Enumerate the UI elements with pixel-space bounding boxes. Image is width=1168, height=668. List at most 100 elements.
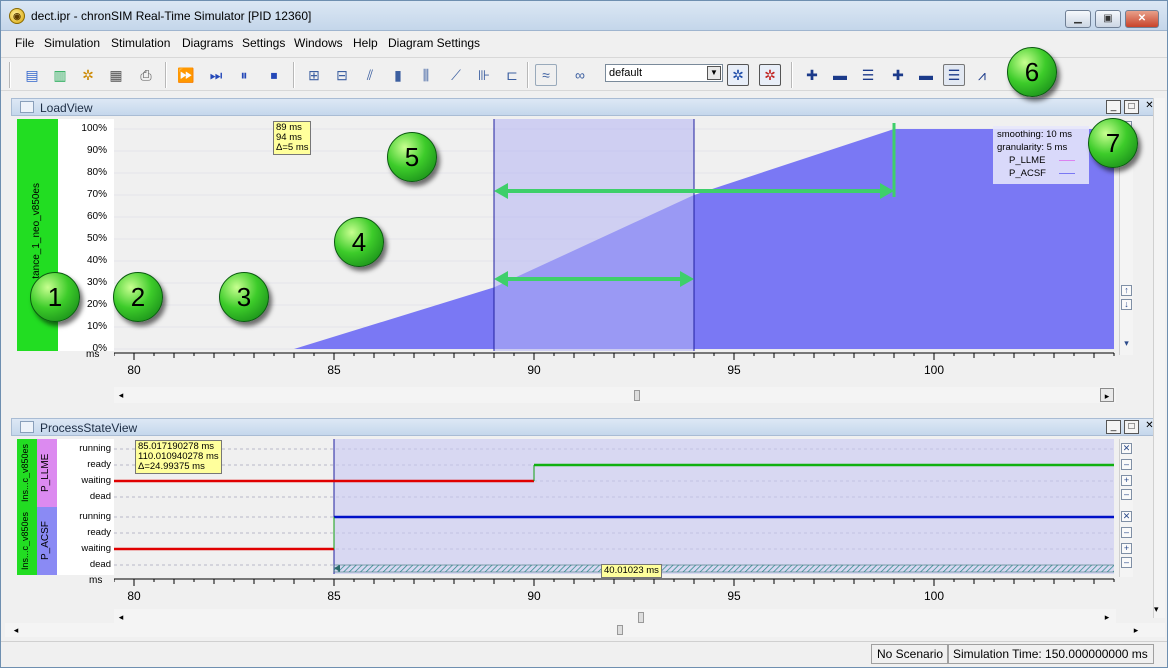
load-diagram-button[interactable]: ⟋ bbox=[445, 64, 467, 86]
status-bar: No Scenario Simulation Time: 150.0000000… bbox=[1, 641, 1167, 667]
scenario-select[interactable]: default ▼ bbox=[605, 64, 723, 82]
state-label-running: running bbox=[79, 443, 111, 454]
loadview-selection-tooltip: 89 ms 94 ms Δ=5 ms bbox=[273, 121, 312, 155]
measure-button[interactable]: ⊏ bbox=[501, 64, 523, 86]
scroll-right-icon[interactable]: ▸ bbox=[1100, 388, 1114, 402]
collapse-icon[interactable]: – bbox=[1121, 489, 1132, 500]
remove-diagram-button[interactable]: ▬ bbox=[829, 64, 851, 86]
signal-button[interactable]: ⩘ bbox=[971, 64, 993, 86]
process-name-acsf: P_ACSF bbox=[40, 521, 51, 561]
collapse-icon[interactable]: – bbox=[1121, 557, 1132, 568]
close-button[interactable]: ✕ bbox=[1125, 10, 1159, 28]
scenario-value: default bbox=[609, 67, 643, 79]
loadview-horizontal-scrollbar[interactable]: ◂ ▸ bbox=[114, 387, 1116, 403]
process-name-llme: P_LLME bbox=[40, 453, 51, 493]
main-vertical-scrollbar[interactable]: ▾ bbox=[1153, 98, 1165, 618]
x-tick-label: 90 bbox=[527, 589, 541, 603]
stop-button[interactable]: ⏹ bbox=[263, 64, 285, 86]
toolbar-separator bbox=[791, 62, 793, 88]
align-button[interactable]: ☰ bbox=[857, 64, 879, 86]
scenario-status: No Scenario bbox=[871, 644, 950, 664]
main-horizontal-scrollbar[interactable]: ◂ ▸ bbox=[5, 623, 1165, 637]
scroll-left-icon[interactable]: ◂ bbox=[114, 610, 128, 624]
measure-icon: ⊏ bbox=[506, 66, 518, 83]
loadview-legend: smoothing: 10 ms granularity: 5 ms P_LLM… bbox=[993, 126, 1089, 184]
tile-button[interactable]: ☰ bbox=[943, 64, 965, 86]
processview-vertical-scrollbar[interactable]: ✕ – + – ✕ – + – bbox=[1119, 439, 1133, 577]
scroll-thumb[interactable] bbox=[617, 625, 623, 635]
state-label-waiting: waiting bbox=[81, 543, 111, 554]
x-tick-label: 90 bbox=[527, 363, 541, 377]
step-button[interactable]: ⏭ bbox=[205, 64, 227, 86]
export-button[interactable]: ▦ bbox=[105, 64, 127, 86]
task-diagram-button[interactable]: ⊟ bbox=[331, 64, 353, 86]
menu-help[interactable]: Help bbox=[353, 36, 378, 50]
callout-badge-3: 3 bbox=[219, 272, 269, 322]
state-label-dead: dead bbox=[89, 491, 111, 502]
menu-stimulation[interactable]: Stimulation bbox=[111, 36, 170, 50]
minimize-icon: ▁ bbox=[1074, 13, 1082, 24]
expand-icon[interactable]: + bbox=[1121, 543, 1132, 554]
add-diagram-button[interactable]: ✚ bbox=[801, 64, 823, 86]
compare-button[interactable]: ∞ bbox=[569, 64, 591, 86]
zoom-out-button[interactable]: ▬ bbox=[915, 64, 937, 86]
event-diagram-button[interactable]: ⫽ bbox=[359, 64, 381, 86]
scroll-down-icon[interactable]: ▾ bbox=[1121, 339, 1132, 350]
apply-scenario-button[interactable]: ✲ bbox=[727, 64, 749, 86]
save-project-button[interactable]: ▥ bbox=[49, 64, 71, 86]
measure-bar bbox=[333, 564, 1114, 573]
waveform-button[interactable]: ≈ bbox=[535, 64, 557, 86]
remove-scenario-button[interactable]: ✲ bbox=[759, 64, 781, 86]
x-tick-label: 95 bbox=[727, 589, 741, 603]
app-icon: ◉ bbox=[9, 8, 25, 24]
callout-badge-2: 2 bbox=[113, 272, 163, 322]
print-button[interactable]: ⎙ bbox=[135, 64, 157, 86]
processview-minimize-button[interactable]: _ bbox=[1106, 420, 1121, 434]
x-tick-label: 85 bbox=[327, 363, 341, 377]
step-icon: ⏭ bbox=[209, 66, 223, 83]
loadview-chart bbox=[114, 119, 1114, 351]
remove-process-icon[interactable]: ✕ bbox=[1121, 511, 1132, 522]
remove-process-icon[interactable]: ✕ bbox=[1121, 443, 1132, 454]
zoom-in-button[interactable]: ✚ bbox=[887, 64, 909, 86]
loadview-minimize-button[interactable]: _ bbox=[1106, 100, 1121, 114]
settings-button[interactable]: ✲ bbox=[77, 64, 99, 86]
scroll-down-icon[interactable]: ▾ bbox=[1154, 604, 1159, 615]
menu-simulation[interactable]: Simulation bbox=[44, 36, 100, 50]
move-up-icon[interactable]: ↑ bbox=[1121, 285, 1132, 296]
tooltip-delta: Δ=5 ms bbox=[276, 142, 309, 153]
scroll-right-icon[interactable]: ▸ bbox=[1129, 623, 1143, 637]
scroll-thumb[interactable] bbox=[634, 390, 640, 401]
move-down-icon[interactable]: ↓ bbox=[1121, 299, 1132, 310]
processview-instance-bar: Ins...c_v850es Ins...c_v850es bbox=[17, 439, 37, 575]
chevron-down-icon[interactable]: ▼ bbox=[707, 66, 721, 80]
menu-windows[interactable]: Windows bbox=[294, 36, 343, 50]
open-project-button[interactable]: ▤ bbox=[21, 64, 43, 86]
minimize-button[interactable]: ▁ bbox=[1065, 10, 1091, 28]
loadview-maximize-button[interactable]: □ bbox=[1124, 100, 1139, 114]
run-button[interactable]: ⏩ bbox=[175, 64, 197, 86]
scroll-thumb[interactable] bbox=[638, 612, 644, 623]
process-lane-acsf: P_ACSF bbox=[37, 507, 57, 575]
processview-maximize-button[interactable]: □ bbox=[1124, 420, 1139, 434]
menu-diagram-settings[interactable]: Diagram Settings bbox=[388, 36, 480, 50]
scroll-left-icon[interactable]: ◂ bbox=[9, 623, 23, 637]
scroll-left-icon[interactable]: ◂ bbox=[114, 388, 128, 402]
line-chart-icon: ⟋ bbox=[451, 66, 461, 83]
main-window: ◉ dect.ipr - chronSIM Real-Time Simulato… bbox=[0, 0, 1168, 668]
histogram-button[interactable]: ▮ bbox=[387, 64, 409, 86]
statistics-button[interactable]: ⫼ bbox=[415, 64, 437, 86]
timing-diagram-button[interactable]: ⊪ bbox=[473, 64, 495, 86]
menu-file[interactable]: File bbox=[15, 36, 34, 50]
collapse-icon[interactable]: – bbox=[1121, 459, 1132, 470]
pause-button[interactable]: ⏸ bbox=[233, 64, 255, 86]
maximize-button[interactable]: ▣ bbox=[1095, 10, 1121, 28]
menu-settings[interactable]: Settings bbox=[242, 36, 285, 50]
expand-icon[interactable]: + bbox=[1121, 475, 1132, 486]
scroll-right-icon[interactable]: ▸ bbox=[1100, 610, 1114, 624]
menu-diagrams[interactable]: Diagrams bbox=[182, 36, 233, 50]
collapse-icon[interactable]: – bbox=[1121, 527, 1132, 538]
process-state-diagram-button[interactable]: ⊞ bbox=[303, 64, 325, 86]
x-tick-label: 85 bbox=[327, 589, 341, 603]
processview-x-axis: 80859095100105110115120125 bbox=[114, 578, 1115, 603]
